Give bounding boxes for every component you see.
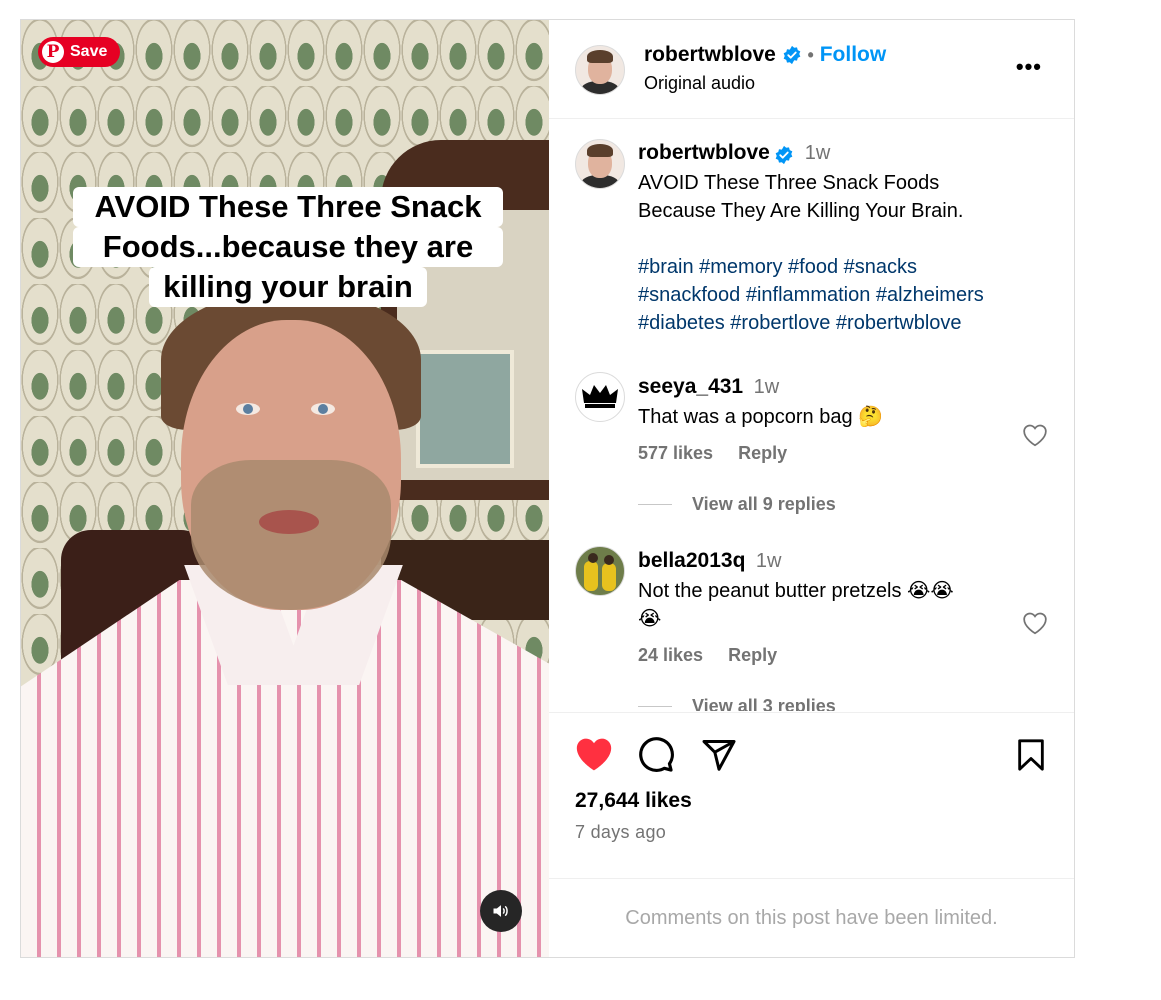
commenter-avatar[interactable] [575, 546, 625, 596]
bookmark-icon[interactable] [1014, 737, 1048, 773]
pinterest-icon: P [42, 41, 64, 63]
caption-line-1: AVOID These Three Snack [73, 187, 503, 227]
comment-like-heart-icon[interactable] [1022, 611, 1048, 635]
caption-text-line: Because They Are Killing Your Brain. [638, 200, 964, 222]
follow-button[interactable]: Follow [820, 43, 887, 66]
more-options-icon[interactable]: ••• [1016, 54, 1042, 80]
speaker-icon [493, 905, 508, 917]
verified-badge-icon [783, 46, 801, 65]
comment-username[interactable]: seeya_431 [638, 375, 743, 398]
reply-button[interactable]: Reply [738, 443, 787, 463]
crown-icon [582, 385, 618, 408]
view-replies-toggle[interactable]: View all 3 replies [638, 696, 954, 711]
comment-like-heart-icon[interactable] [1022, 423, 1048, 447]
caption-text-line: AVOID These Three Snack Foods [638, 172, 940, 194]
comment-item: bella2013q 1w Not the peanut butter pret… [638, 547, 954, 711]
comment-username[interactable]: bella2013q [638, 549, 745, 572]
verified-badge-icon [775, 145, 793, 164]
left-eye [236, 403, 260, 415]
view-replies-label: View all 9 replies [692, 494, 836, 514]
beard [191, 460, 391, 610]
comments-list[interactable]: robertwblove 1w AVOID These Three Snack … [549, 119, 1074, 711]
likes-count[interactable]: 27,644 likes [575, 789, 692, 813]
reply-button[interactable]: Reply [728, 645, 777, 665]
hashtag-line[interactable]: #diabetes #robertlove #robertwblove [638, 309, 984, 337]
view-replies-label: View all 3 replies [692, 696, 836, 711]
caption-time[interactable]: 1w [805, 142, 831, 164]
caption-line-3: killing your brain [149, 267, 427, 307]
comment-likes[interactable]: 577 likes [638, 443, 713, 463]
caption-line-2: Foods...because they are [73, 227, 503, 267]
audio-toggle-button[interactable] [480, 890, 522, 932]
mouth [259, 510, 319, 534]
comment-text: Not the peanut butter pretzels 😭😭 [638, 580, 954, 602]
comment-text: That was a popcorn bag 🤔 [638, 406, 884, 428]
comment-item: seeya_431 1w That was a popcorn bag 🤔 57… [638, 373, 883, 515]
post-header: robertwblove • Follow Original audio ••• [549, 20, 1074, 119]
hashtag-line[interactable]: #snackfood #inflammation #alzheimers [638, 281, 984, 309]
right-eye [311, 403, 335, 415]
author-username[interactable]: robertwblove [644, 43, 776, 66]
save-label: Save [70, 43, 108, 60]
window-reflection [416, 350, 514, 468]
hashtag-line[interactable]: #brain #memory #food #snacks [638, 253, 984, 281]
author-avatar[interactable] [575, 45, 625, 95]
video-player[interactable]: AVOID These Three Snack Foods...because … [21, 20, 549, 957]
comment-time[interactable]: 1w [756, 550, 782, 572]
comment-text-cont: 😭 [638, 608, 662, 630]
share-icon[interactable] [701, 737, 737, 773]
caption-username[interactable]: robertwblove [638, 141, 770, 164]
post-side-panel: robertwblove • Follow Original audio •••… [549, 20, 1074, 957]
separator-dot: • [807, 45, 814, 65]
caption-author-avatar[interactable] [575, 139, 625, 189]
comment-time[interactable]: 1w [754, 376, 780, 398]
comments-limited-notice: Comments on this post have been limited. [549, 878, 1074, 958]
header-user-row: robertwblove • Follow [644, 43, 886, 67]
commenter-avatar[interactable] [575, 372, 625, 422]
original-audio-link[interactable]: Original audio [644, 73, 755, 94]
post-actions: 27,644 likes 7 days ago [549, 712, 1074, 879]
view-replies-toggle[interactable]: View all 9 replies [638, 494, 883, 515]
caption-block: robertwblove 1w AVOID These Three Snack … [638, 139, 984, 337]
like-heart-icon[interactable] [574, 736, 614, 772]
post-timestamp[interactable]: 7 days ago [575, 822, 666, 843]
post-card: AVOID These Three Snack Foods...because … [20, 19, 1075, 958]
comment-likes[interactable]: 24 likes [638, 645, 703, 665]
pinterest-save-button[interactable]: P Save [38, 37, 121, 67]
comment-icon[interactable] [637, 736, 675, 774]
